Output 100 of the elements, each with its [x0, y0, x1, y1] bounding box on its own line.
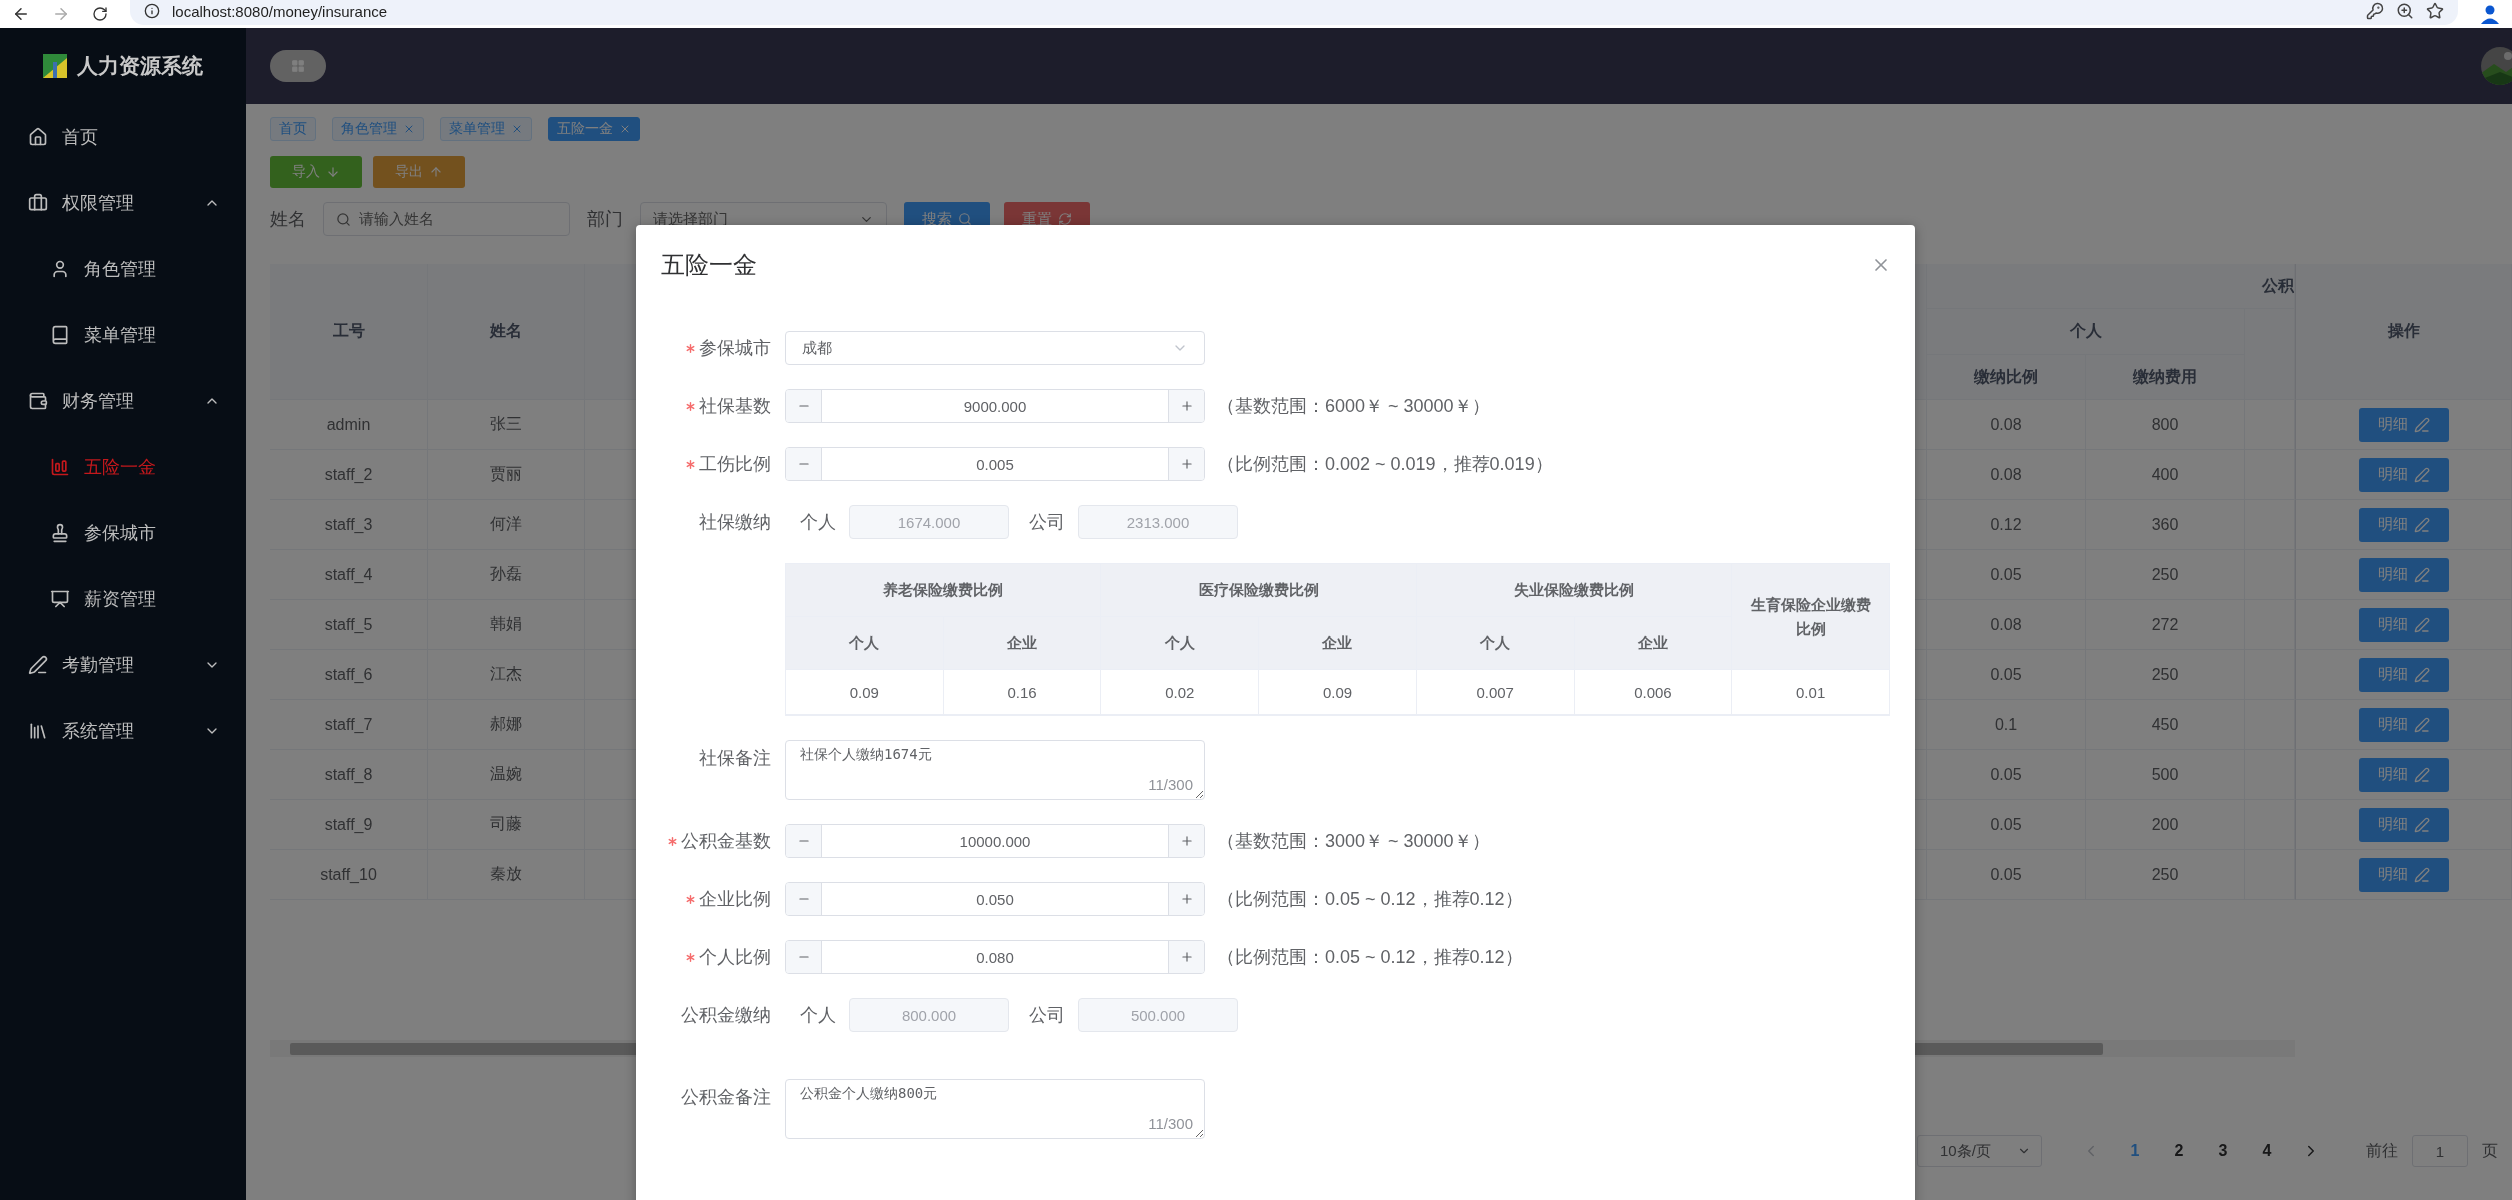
table-cell: 0.05 [1927, 550, 2086, 600]
submenu-item[interactable]: 五险一金 [0, 434, 246, 500]
field-label: 社保缴纳 [699, 511, 771, 534]
forward-icon[interactable] [52, 5, 70, 23]
table-cell: 江杰 [428, 650, 585, 700]
submenu-item[interactable]: 参保城市 [0, 500, 246, 566]
user-icon [50, 259, 70, 279]
table-cell: 450 [2086, 700, 2245, 750]
page-button[interactable]: 4 [2252, 1135, 2282, 1167]
page-button[interactable]: 2 [2164, 1135, 2194, 1167]
detail-button[interactable]: 明细 [2358, 707, 2449, 742]
page-tab[interactable]: 五险一金 [548, 117, 640, 141]
detail-button[interactable]: 明细 [2358, 607, 2449, 642]
detail-button[interactable]: 明细 [2358, 557, 2449, 592]
close-icon[interactable] [619, 123, 631, 135]
column-header: 企业 [1007, 633, 1038, 653]
detail-button[interactable]: 明细 [2358, 457, 2449, 492]
decrement-button[interactable] [786, 883, 822, 915]
presentation-icon [50, 589, 70, 609]
increment-button[interactable] [1168, 825, 1204, 857]
page-input[interactable]: 1 [2412, 1135, 2468, 1167]
amount-field[interactable]: 800.000 [849, 998, 1009, 1032]
address-bar[interactable]: localhost:8080/money/insurance [130, 0, 2458, 25]
menu-item[interactable]: 考勤管理 [0, 632, 246, 698]
back-icon[interactable] [12, 5, 30, 23]
detail-button[interactable]: 明细 [2358, 657, 2449, 692]
range-hint: （基数范围：3000￥ ~ 30000￥） [1217, 830, 1490, 853]
decrement-button[interactable] [786, 941, 822, 973]
book-icon [50, 325, 70, 345]
plus-icon [1179, 950, 1194, 964]
field-label: 社保基数 [699, 395, 771, 418]
field-label: 部门 [587, 208, 623, 231]
plus-icon [1179, 399, 1194, 413]
increment-button[interactable] [1168, 390, 1204, 422]
field-label: 公积金基数 [681, 830, 771, 853]
field-label: 公司 [1029, 511, 1065, 534]
table-cell: staff_7 [270, 700, 428, 750]
star-icon[interactable] [2426, 2, 2444, 20]
table-cell: 温婉 [428, 750, 585, 800]
detail-button[interactable]: 明细 [2358, 507, 2449, 542]
table-cell: 250 [2086, 850, 2245, 900]
table-cell: 贾丽 [428, 450, 585, 500]
number-input[interactable]: 9000.000 [785, 389, 1205, 423]
column-header: 企业 [1637, 633, 1668, 653]
number-input[interactable]: 0.050 [785, 882, 1205, 916]
export-button[interactable]: 导出 [373, 156, 465, 188]
city-select[interactable]: 成都 [785, 331, 1205, 365]
detail-button[interactable]: 明细 [2358, 757, 2449, 792]
profile-icon[interactable] [2480, 4, 2500, 24]
plus-icon [1179, 892, 1194, 906]
zoom-icon[interactable] [2396, 2, 2414, 20]
close-icon[interactable] [403, 123, 415, 135]
required-icon [686, 894, 695, 904]
detail-button[interactable]: 明细 [2358, 407, 2449, 442]
table-cell: admin [270, 400, 428, 450]
decrement-button[interactable] [786, 390, 822, 422]
menu-item[interactable]: 权限管理 [0, 170, 246, 236]
table-cell: 0.08 [1927, 450, 2086, 500]
detail-button[interactable]: 明细 [2358, 857, 2449, 892]
amount-field[interactable]: 1674.000 [849, 505, 1009, 539]
home-icon [28, 127, 48, 147]
decrement-button[interactable] [786, 448, 822, 480]
import-button[interactable]: 导入 [270, 156, 362, 188]
close-icon[interactable] [511, 123, 523, 135]
submenu-item[interactable]: 菜单管理 [0, 302, 246, 368]
increment-button[interactable] [1168, 883, 1204, 915]
column-header: 操作 [2387, 321, 2420, 341]
required-icon [686, 343, 695, 353]
number-input[interactable]: 0.080 [785, 940, 1205, 974]
page-button[interactable]: 3 [2208, 1135, 2238, 1167]
name-input[interactable]: 请输入姓名 [323, 202, 570, 236]
page-tab[interactable]: 角色管理 [332, 117, 424, 141]
page-tab[interactable]: 菜单管理 [440, 117, 532, 141]
amount-field[interactable]: 2313.000 [1078, 505, 1238, 539]
field-label: 个人 [800, 1004, 836, 1027]
submenu-item[interactable]: 角色管理 [0, 236, 246, 302]
page-size-select[interactable]: 10条/页 [1917, 1135, 2042, 1167]
number-input[interactable]: 10000.000 [785, 824, 1205, 858]
decrement-button[interactable] [786, 825, 822, 857]
increment-button[interactable] [1168, 448, 1204, 480]
table-cell: 何洋 [428, 500, 585, 550]
range-hint: （比例范围：0.002 ~ 0.019，推荐0.019） [1217, 453, 1553, 476]
table-cell: 360 [2086, 500, 2245, 550]
amount-field[interactable]: 500.000 [1078, 998, 1238, 1032]
increment-button[interactable] [1168, 941, 1204, 973]
table-cell: 秦放 [428, 850, 585, 900]
submenu-item[interactable]: 薪资管理 [0, 566, 246, 632]
menu-toggle-button[interactable] [270, 50, 326, 82]
menu-item[interactable]: 首页 [0, 104, 246, 170]
page-button[interactable]: 1 [2120, 1135, 2150, 1167]
field-label: 公积金缴纳 [681, 1004, 771, 1027]
reload-icon[interactable] [92, 6, 108, 22]
detail-button[interactable]: 明细 [2358, 807, 2449, 842]
page-tab[interactable]: 首页 [270, 117, 316, 141]
menu-item[interactable]: 系统管理 [0, 698, 246, 764]
key-icon[interactable] [2366, 2, 2384, 20]
menu-item[interactable]: 财务管理 [0, 368, 246, 434]
table-cell: 0.16 [943, 670, 1102, 715]
number-input[interactable]: 0.005 [785, 447, 1205, 481]
column-header: 姓名 [490, 321, 522, 341]
